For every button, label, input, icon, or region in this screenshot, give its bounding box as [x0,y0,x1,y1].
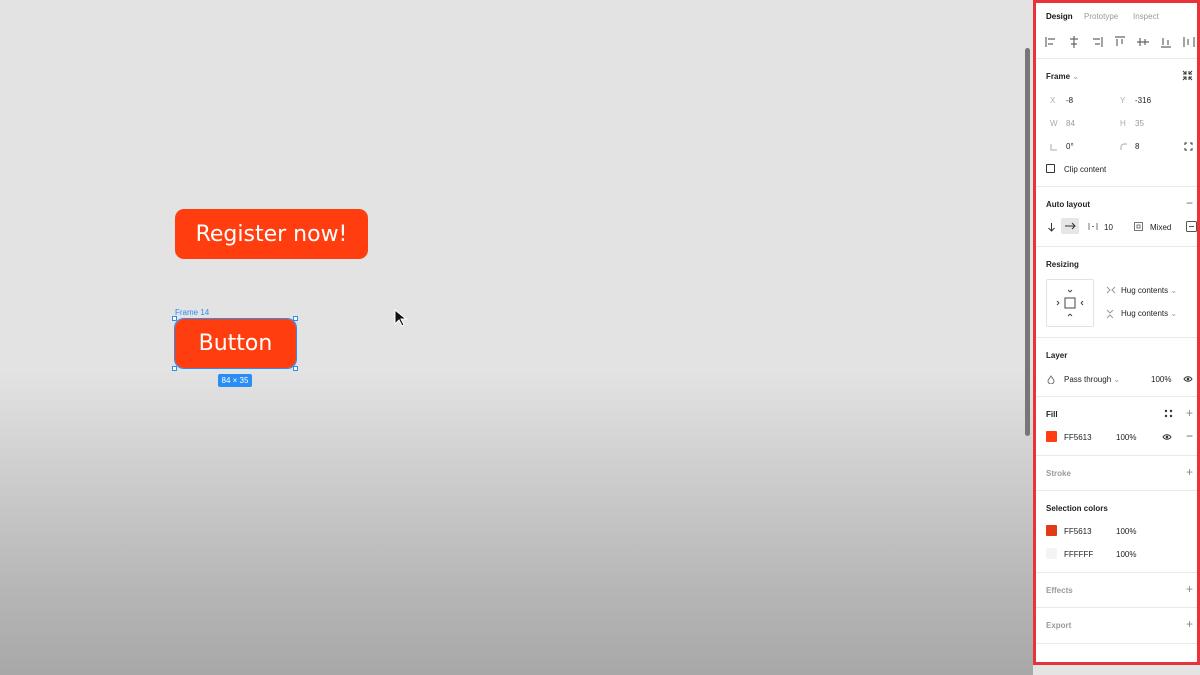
width-field[interactable]: 84 [1066,119,1075,128]
selection-color-hex[interactable]: FF5613 [1064,527,1092,536]
resize-handle-top-left[interactable] [172,316,177,321]
padding-icon [1134,222,1143,231]
horizontal-resize-icon [1106,286,1116,294]
distribute-icon[interactable] [1182,35,1196,49]
tab-inspect[interactable]: Inspect [1133,12,1159,21]
stroke-section: Stroke + [1036,456,1197,491]
clip-content-checkbox[interactable] [1046,164,1055,173]
align-left-icon[interactable] [1044,35,1058,49]
padding-field[interactable]: Mixed [1150,223,1171,232]
blend-mode-icon [1047,375,1055,384]
chevron-down-icon: ⌄ [1072,72,1079,81]
register-now-button[interactable]: Register now! [175,209,368,259]
auto-layout-title: Auto layout [1046,200,1090,209]
resize-handle-bottom-left[interactable] [172,366,177,371]
tab-design[interactable]: Design [1046,12,1073,21]
independent-corners-icon[interactable] [1184,142,1193,151]
design-properties-panel: Design Prototype Inspect Frame ⌄ X -8 Y … [1033,0,1200,665]
selection-color-swatch[interactable] [1046,548,1057,559]
clip-content-label: Clip content [1064,165,1107,174]
panel-footer [1033,665,1200,675]
layer-section: Layer Pass through ⌄ 100% [1036,338,1197,397]
resizing-title: Resizing [1046,260,1079,269]
spacing-icon [1088,222,1098,231]
blend-mode-dropdown[interactable]: Pass through ⌄ [1064,375,1120,384]
fill-section: Fill + FF5613 100% − [1036,397,1197,456]
remove-auto-layout-icon[interactable]: − [1186,197,1193,209]
layer-opacity-field[interactable]: 100% [1151,375,1171,384]
rotation-field[interactable]: 0° [1066,142,1074,151]
resize-handle-bottom-right[interactable] [293,366,298,371]
horizontal-direction-icon[interactable] [1061,218,1079,234]
size-badge: 84 × 35 [218,374,252,387]
vertical-direction-icon[interactable] [1047,222,1056,232]
panel-tabs: Design Prototype Inspect [1036,3,1197,30]
auto-layout-section: Auto layout − 10 Mixed [1036,187,1197,247]
align-right-icon[interactable] [1090,35,1104,49]
fill-color-swatch[interactable] [1046,431,1057,442]
w-label: W [1050,119,1058,128]
resize-to-fit-icon[interactable] [1182,70,1193,81]
fill-opacity-field[interactable]: 100% [1116,433,1136,442]
resizing-section: Resizing Hug contents ⌄ Hug contents ⌄ [1036,247,1197,338]
design-canvas[interactable]: Register now! Frame 14 Button 84 × 35 [0,0,1033,675]
align-top-icon[interactable] [1113,35,1127,49]
frame-name-label[interactable]: Frame 14 [175,308,209,317]
vertical-resizing-dropdown[interactable]: Hug contents ⌄ [1121,309,1177,318]
effects-title: Effects [1046,586,1073,595]
add-stroke-icon[interactable]: + [1186,466,1193,478]
alignment-toolbar [1036,30,1197,59]
fill-visibility-eye-icon[interactable] [1162,433,1172,441]
x-field[interactable]: -8 [1066,96,1073,105]
corner-radius-icon [1120,143,1128,151]
item-spacing-field[interactable]: 10 [1104,223,1113,232]
resize-handle-top-right[interactable] [293,316,298,321]
stroke-title: Stroke [1046,469,1071,478]
add-export-icon[interactable]: + [1186,618,1193,630]
align-vertical-center-icon[interactable] [1136,35,1150,49]
selection-color-opacity[interactable]: 100% [1116,550,1136,559]
resizing-preview-icon[interactable] [1046,279,1094,327]
fill-hex-field[interactable]: FF5613 [1064,433,1092,442]
alignment-settings-icon[interactable] [1186,221,1197,232]
selected-button-frame[interactable]: Button [174,318,297,369]
fill-title: Fill [1046,410,1058,419]
height-field[interactable]: 35 [1135,119,1144,128]
selection-color-hex[interactable]: FFFFFF [1064,550,1093,559]
frame-section: Frame ⌄ X -8 Y -316 W 84 H 35 0° 8 Clip … [1036,59,1197,187]
layer-title: Layer [1046,351,1068,360]
horizontal-resizing-dropdown[interactable]: Hug contents ⌄ [1121,286,1177,295]
add-fill-icon[interactable]: + [1186,407,1193,419]
frame-title[interactable]: Frame ⌄ [1046,72,1079,81]
tab-prototype[interactable]: Prototype [1084,12,1118,21]
selection-color-opacity[interactable]: 100% [1116,527,1136,536]
selection-color-swatch[interactable] [1046,525,1057,536]
mouse-cursor-icon [394,309,408,327]
remove-fill-icon[interactable]: − [1186,430,1193,442]
y-label: Y [1120,96,1126,105]
export-title: Export [1046,621,1072,630]
align-bottom-icon[interactable] [1159,35,1173,49]
h-label: H [1120,119,1126,128]
export-section: Export + [1036,608,1197,644]
add-effect-icon[interactable]: + [1186,583,1193,595]
align-horizontal-center-icon[interactable] [1067,35,1081,49]
effects-section: Effects + [1036,573,1197,608]
styles-grid-icon[interactable] [1164,409,1173,418]
y-field[interactable]: -316 [1135,96,1151,105]
eye-icon[interactable] [1183,375,1193,383]
selection-colors-section: Selection colors FF5613 100% FFFFFF 100% [1036,491,1197,573]
canvas-scrollbar[interactable] [1025,48,1030,436]
selection-colors-title: Selection colors [1046,504,1108,513]
corner-radius-field[interactable]: 8 [1135,142,1139,151]
rotation-icon [1050,143,1058,151]
x-label: X [1050,96,1056,105]
vertical-resize-icon [1106,309,1114,319]
